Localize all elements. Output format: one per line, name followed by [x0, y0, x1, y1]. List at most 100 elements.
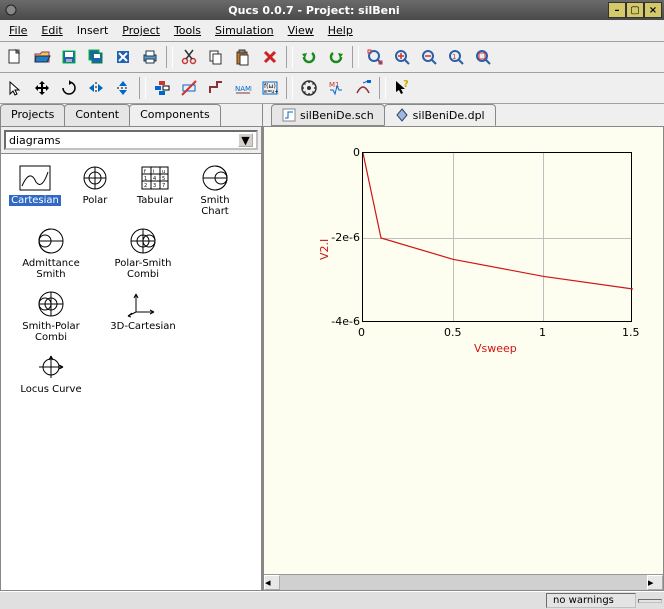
component-palette: Cartesian Polar fiu145237 Tabular Smith …: [0, 154, 262, 591]
plot-frame: [362, 152, 632, 322]
menu-bar: File Edit Insert Project Tools Simulatio…: [0, 20, 664, 42]
rotate-icon[interactable]: [56, 75, 82, 101]
combo-value: diagrams: [9, 134, 60, 147]
doctab-sch[interactable]: silBeniDe.sch: [271, 104, 385, 126]
palette-polar-smith[interactable]: Polar-Smith Combi: [99, 223, 187, 282]
deactivate-icon[interactable]: [176, 75, 202, 101]
xtick-3: 1.5: [622, 326, 640, 339]
grid-icon[interactable]: [149, 75, 175, 101]
left-panel: Projects Content Components diagrams ▼ C…: [0, 104, 263, 591]
tab-components[interactable]: Components: [129, 104, 221, 126]
dc-bias-icon[interactable]: M1: [323, 75, 349, 101]
open-icon[interactable]: [29, 44, 55, 70]
svg-text:1: 1: [144, 176, 147, 182]
scroll-left-icon[interactable]: ◂: [264, 575, 280, 590]
menu-simulation[interactable]: Simulation: [209, 22, 280, 39]
svg-text:3: 3: [153, 183, 156, 189]
svg-text:u: u: [162, 169, 165, 175]
left-tabs: Projects Content Components: [0, 104, 262, 126]
menu-tools[interactable]: Tools: [168, 22, 207, 39]
status-bar: no warnings: [0, 591, 664, 609]
set-marker-icon[interactable]: [350, 75, 376, 101]
schematic-icon: [282, 108, 296, 122]
status-spacer: [638, 599, 662, 603]
paste-icon[interactable]: [230, 44, 256, 70]
minimize-button[interactable]: –: [608, 2, 626, 18]
status-message: no warnings: [546, 593, 636, 608]
x-axis-label: Vsweep: [474, 342, 517, 355]
pointer-icon[interactable]: [2, 75, 28, 101]
cut-icon[interactable]: [176, 44, 202, 70]
maximize-button[interactable]: ▢: [626, 2, 644, 18]
tab-projects[interactable]: Projects: [0, 104, 65, 126]
delete-icon[interactable]: [257, 44, 283, 70]
svg-text:?: ?: [403, 79, 409, 90]
saveall-icon[interactable]: [83, 44, 109, 70]
zoom-fit-icon[interactable]: [362, 44, 388, 70]
menu-insert[interactable]: Insert: [71, 22, 115, 39]
print-icon[interactable]: [137, 44, 163, 70]
tab-content[interactable]: Content: [64, 104, 130, 126]
menu-help[interactable]: Help: [322, 22, 359, 39]
category-combo[interactable]: diagrams ▼: [4, 130, 258, 150]
canvas[interactable]: V2.I 0 -2e-6 -4e-6 0 0.5: [264, 127, 663, 574]
display-icon: [395, 108, 409, 122]
new-icon[interactable]: [2, 44, 28, 70]
move-icon[interactable]: [29, 75, 55, 101]
zoom-in-icon[interactable]: [389, 44, 415, 70]
svg-text:e=u+j: e=u+j: [264, 89, 279, 95]
palette-tabular[interactable]: fiu145237 Tabular: [127, 160, 183, 219]
cartesian-diagram[interactable]: V2.I 0 -2e-6 -4e-6 0 0.5: [306, 152, 636, 362]
equation-icon[interactable]: f(ω)e=u+j: [257, 75, 283, 101]
wire-icon[interactable]: [203, 75, 229, 101]
svg-text:4: 4: [153, 176, 156, 182]
data-line: [363, 153, 633, 323]
svg-text:7: 7: [162, 183, 165, 189]
palette-polar[interactable]: Polar: [67, 160, 123, 219]
xtick-0: 0: [358, 326, 365, 339]
palette-3d-cartesian[interactable]: 3D-Cartesian: [99, 286, 187, 345]
scroll-right-icon[interactable]: ▸: [647, 575, 663, 590]
redo-icon[interactable]: [323, 44, 349, 70]
palette-smith[interactable]: Smith Chart: [187, 160, 243, 219]
undo-icon[interactable]: [296, 44, 322, 70]
palette-smith-polar[interactable]: Smith-Polar Combi: [7, 286, 95, 345]
palette-admittance-smith[interactable]: Admittance Smith: [7, 223, 95, 282]
svg-text:NAME: NAME: [235, 85, 252, 93]
simulate-icon[interactable]: [296, 75, 322, 101]
toolbar-main: 1: [0, 42, 664, 73]
mirror-v-icon[interactable]: [110, 75, 136, 101]
zoom-area-icon[interactable]: [470, 44, 496, 70]
toolbar-edit: NAME f(ω)e=u+j M1 ?: [0, 73, 664, 104]
palette-locus[interactable]: Locus Curve: [7, 349, 95, 397]
menu-file[interactable]: File: [3, 22, 33, 39]
svg-text:i: i: [153, 169, 154, 175]
title-bar: Qucs 0.0.7 - Project: silBeni – ▢ ×: [0, 0, 664, 20]
ytick-0: 0: [346, 146, 360, 159]
chevron-down-icon[interactable]: ▼: [238, 133, 253, 147]
main-area: Projects Content Components diagrams ▼ C…: [0, 104, 664, 591]
window-title: Qucs 0.0.7 - Project: silBeni: [20, 4, 608, 17]
zoom-out-icon[interactable]: [416, 44, 442, 70]
menu-view[interactable]: View: [282, 22, 320, 39]
close-button[interactable]: ×: [644, 2, 662, 18]
document-area: silBeniDe.sch silBeniDe.dpl V2.I 0 -2e-6…: [263, 104, 664, 591]
svg-text:5: 5: [162, 176, 165, 182]
app-icon: [2, 1, 20, 19]
xtick-1: 0.5: [444, 326, 462, 339]
xtick-2: 1: [539, 326, 546, 339]
zoom-reset-icon[interactable]: 1: [443, 44, 469, 70]
svg-text:2: 2: [144, 183, 147, 189]
copy-icon[interactable]: [203, 44, 229, 70]
doctab-dpl[interactable]: silBeniDe.dpl: [384, 104, 496, 126]
menu-project[interactable]: Project: [116, 22, 166, 39]
mirror-h-icon[interactable]: [83, 75, 109, 101]
horizontal-scrollbar[interactable]: ◂ ▸: [264, 574, 663, 590]
save-icon[interactable]: [56, 44, 82, 70]
name-label-icon[interactable]: NAME: [230, 75, 256, 101]
document-tabs: silBeniDe.sch silBeniDe.dpl: [263, 104, 664, 126]
close-file-icon[interactable]: [110, 44, 136, 70]
menu-edit[interactable]: Edit: [35, 22, 68, 39]
palette-cartesian[interactable]: Cartesian: [7, 160, 63, 219]
whatsthis-icon[interactable]: ?: [389, 75, 415, 101]
